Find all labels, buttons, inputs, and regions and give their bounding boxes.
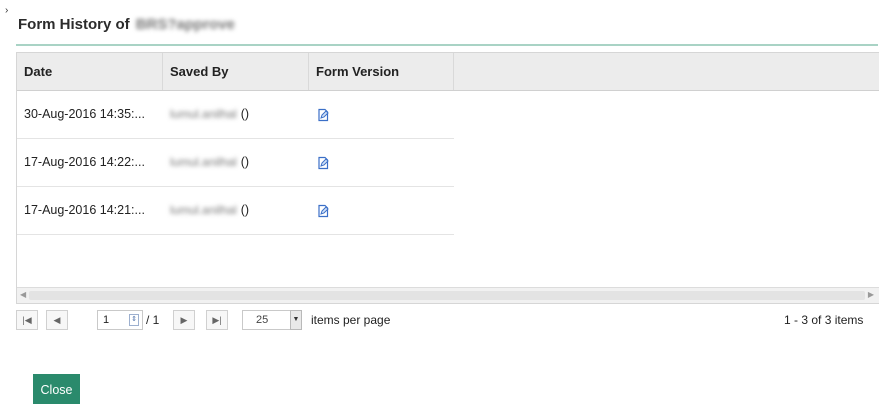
column-header-date[interactable]: Date — [17, 53, 163, 90]
table-row[interactable]: 30-Aug-2016 14:35:... lumul.anilhal () — [17, 91, 454, 139]
saved-by-cell: lumul.anilhal () — [163, 91, 309, 138]
scroll-left-icon[interactable]: ◀ — [20, 290, 26, 299]
pager: |◀ ◀ 1 ⇕ / 1 ▶ ▶| 25 ▼ items per page 1 … — [16, 308, 879, 334]
total-pages: / 1 — [146, 313, 160, 327]
table-row[interactable]: 17-Aug-2016 14:21:... lumul.anilhal () — [17, 187, 454, 235]
form-version-cell — [309, 91, 454, 138]
dialog-title: Form History of BRS?approve — [18, 16, 235, 33]
title-subject: BRS?approve — [135, 16, 235, 33]
chevron-down-icon[interactable]: ▼ — [290, 310, 302, 330]
grid-header: Date Saved By Form Version — [17, 53, 879, 91]
horizontal-scrollbar[interactable]: ◀ ▶ — [17, 287, 879, 303]
edit-form-icon[interactable] — [316, 156, 330, 170]
date-cell: 30-Aug-2016 14:35:... — [24, 107, 145, 121]
grid-body: 30-Aug-2016 14:35:... lumul.anilhal () 1… — [17, 91, 879, 287]
page-spinner-icon[interactable]: ⇕ — [129, 314, 139, 326]
close-button[interactable]: Close — [33, 374, 80, 404]
saved-by-name: lumul.anilhal — [170, 203, 237, 217]
form-version-cell — [309, 139, 454, 186]
saved-by-suffix: () — [240, 155, 250, 169]
next-page-button[interactable]: ▶ — [173, 310, 195, 330]
scroll-right-icon[interactable]: ▶ — [868, 290, 874, 299]
items-per-page-label: items per page — [311, 313, 391, 327]
title-prefix: Form History of — [18, 16, 130, 33]
column-header-saved-by[interactable]: Saved By — [163, 53, 309, 90]
saved-by-suffix: () — [240, 203, 250, 217]
edit-form-icon[interactable] — [316, 204, 330, 218]
form-history-grid: Date Saved By Form Version 30-Aug-2016 1… — [16, 52, 879, 304]
corner-mark: › — [5, 5, 9, 16]
column-header-form-version[interactable]: Form Version — [309, 53, 454, 90]
date-cell: 17-Aug-2016 14:21:... — [24, 203, 145, 217]
page-number-value: 1 — [103, 314, 110, 326]
title-divider — [16, 44, 878, 46]
date-cell: 17-Aug-2016 14:22:... — [24, 155, 145, 169]
table-row[interactable]: 17-Aug-2016 14:22:... lumul.anilhal () — [17, 139, 454, 187]
saved-by-cell: lumul.anilhal () — [163, 139, 309, 186]
saved-by-suffix: () — [240, 107, 250, 121]
scroll-thumb[interactable] — [29, 291, 865, 300]
saved-by-name: lumul.anilhal — [170, 107, 237, 121]
page-number-input[interactable]: 1 ⇕ — [97, 310, 143, 330]
saved-by-cell: lumul.anilhal () — [163, 187, 309, 234]
last-page-button[interactable]: ▶| — [206, 310, 228, 330]
items-per-page-select[interactable]: 25 ▼ — [242, 310, 302, 330]
edit-form-icon[interactable] — [316, 108, 330, 122]
pager-range-info: 1 - 3 of 3 items — [784, 313, 864, 327]
saved-by-name: lumul.anilhal — [170, 155, 237, 169]
items-per-page-value: 25 — [256, 314, 269, 326]
form-version-cell — [309, 187, 454, 234]
first-page-button[interactable]: |◀ — [16, 310, 38, 330]
prev-page-button[interactable]: ◀ — [46, 310, 68, 330]
